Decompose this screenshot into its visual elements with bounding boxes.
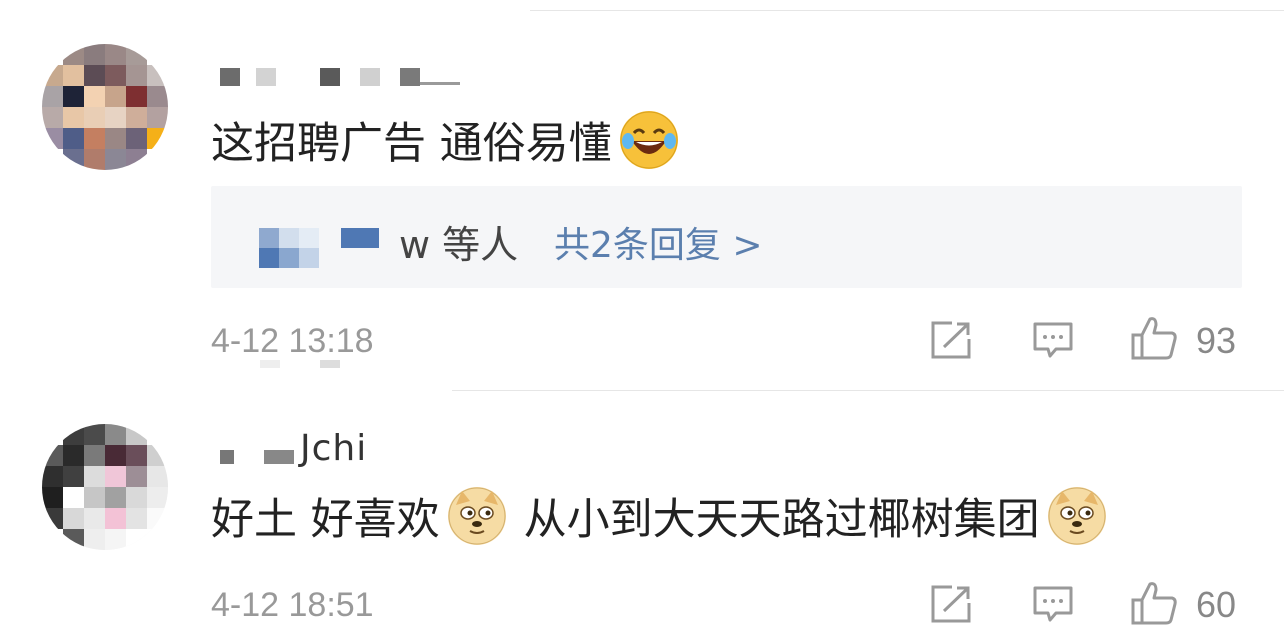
avatar[interactable] [42, 44, 168, 170]
view-replies-link[interactable]: 共2条回复 > [554, 216, 763, 268]
comment-icon[interactable] [1032, 585, 1074, 623]
doge-emoji-icon [447, 487, 506, 545]
top-divider [530, 10, 1284, 11]
share-icon[interactable] [930, 585, 972, 623]
comment-body: 这招聘广告 通俗易懂 [211, 119, 612, 169]
thumbs-up-icon[interactable] [1130, 315, 1178, 361]
reply-names-suffix[interactable]: w 等人 [399, 214, 518, 269]
like-count: 93 [1196, 320, 1237, 361]
comment-time: 4-12 13:18 [211, 322, 374, 360]
username[interactable]: Jchi [300, 428, 367, 469]
reply-names-mosaic [259, 228, 379, 248]
laughing-tears-emoji-icon [619, 111, 678, 169]
comment-divider [452, 390, 1284, 391]
time-mosaic [260, 360, 340, 368]
doge-emoji-icon [1047, 487, 1106, 545]
avatar[interactable] [42, 424, 168, 550]
reply-names-mosaic-row2 [259, 248, 319, 268]
comment-icon[interactable] [1032, 321, 1074, 359]
comment-body-part2: 从小到大天天路过椰树集团 [523, 495, 1040, 545]
username-mosaic[interactable] [220, 450, 294, 464]
comment-time: 4-12 18:51 [211, 586, 374, 624]
thumbs-up-icon[interactable] [1130, 580, 1178, 626]
reply-summary-box[interactable]: w 等人 共2条回复 > [211, 186, 1242, 288]
comment-text: 这招聘广告 通俗易懂 [211, 110, 682, 170]
share-icon[interactable] [930, 321, 972, 359]
like-count: 60 [1196, 584, 1237, 625]
comment-text: 好土 好喜欢 从小到大天天路过椰树集团 [211, 486, 1110, 546]
username-mosaic[interactable] [220, 68, 460, 86]
comment-body-part1: 好土 好喜欢 [211, 495, 440, 545]
